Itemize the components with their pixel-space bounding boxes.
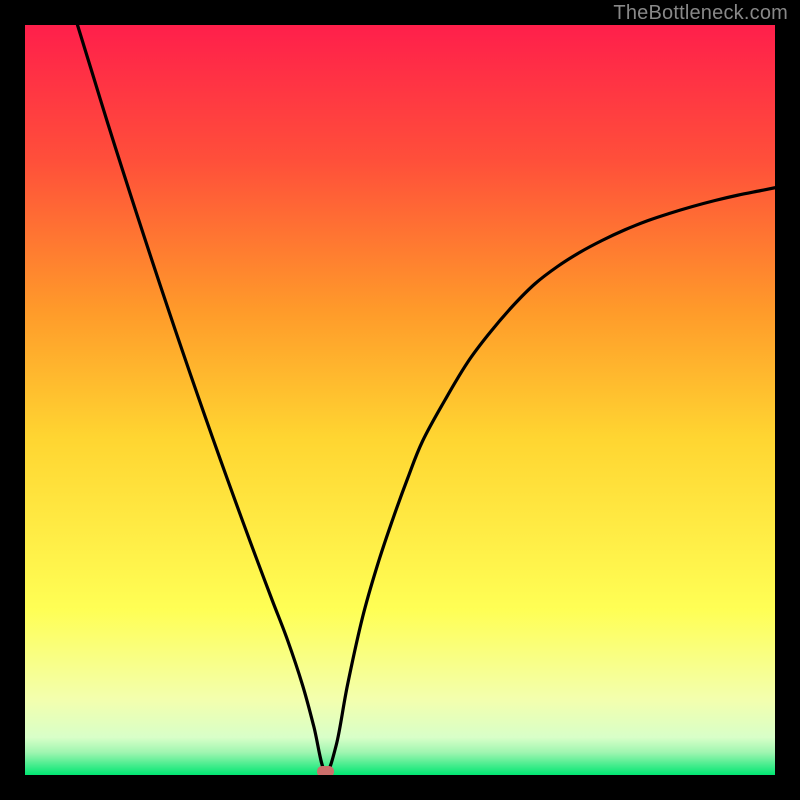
plot-area (25, 25, 775, 775)
chart-frame: TheBottleneck.com (0, 0, 800, 800)
optimum-marker (317, 766, 334, 775)
watermark-text: TheBottleneck.com (613, 2, 788, 25)
bottleneck-curve (25, 25, 775, 775)
